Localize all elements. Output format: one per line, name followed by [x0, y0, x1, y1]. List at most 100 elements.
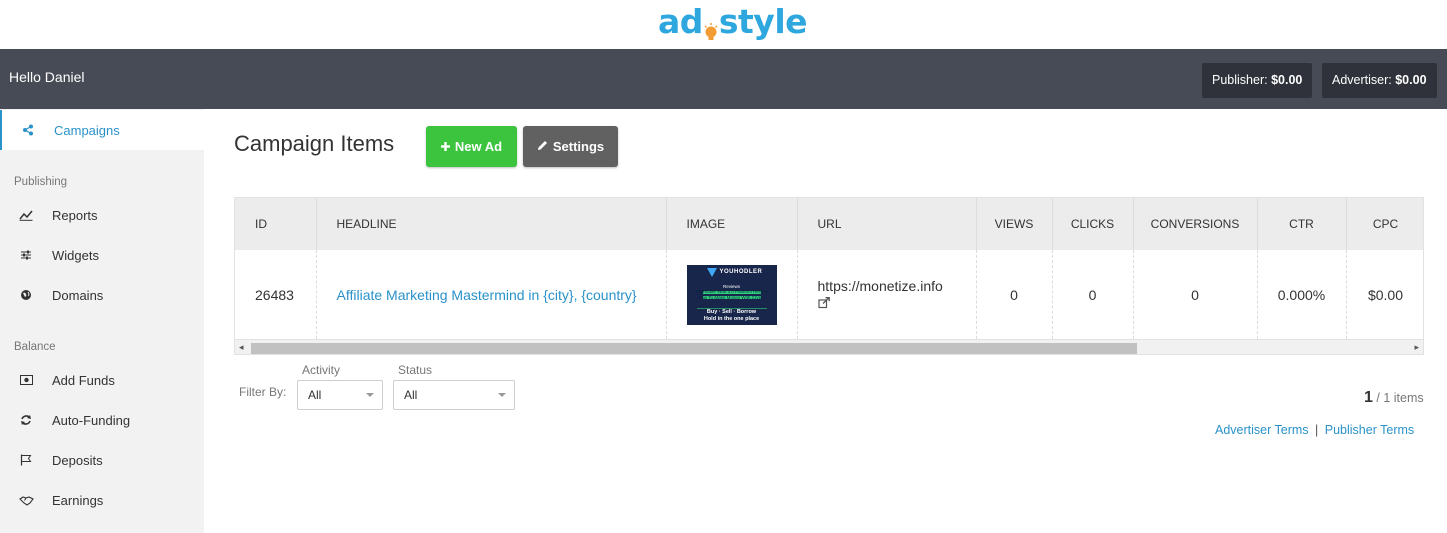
new-ad-label: New Ad — [454, 139, 503, 154]
column-header-url[interactable]: URL — [797, 198, 977, 250]
plus-icon — [440, 139, 450, 154]
external-link-icon[interactable] — [817, 296, 830, 312]
logo-text-right: style — [718, 2, 808, 41]
sidebar-item-label: Domains — [52, 287, 104, 303]
sliders-icon — [0, 249, 52, 261]
activity-caption: Activity — [302, 363, 341, 377]
cell-ctr: 0.000% — [1257, 250, 1347, 339]
sidebar: Campaigns Publishing Reports Widgets Dom… — [0, 109, 204, 533]
advertiser-balance-label: Advertiser: — [1332, 73, 1392, 87]
sidebar-item-label: Add Funds — [52, 372, 115, 388]
scroll-right-arrow-icon[interactable]: ▸ — [1414, 342, 1419, 353]
top-bar: Hello Daniel Publisher: $0.00 Advertiser… — [0, 49, 1447, 109]
publisher-balance-value: $0.00 — [1271, 73, 1303, 87]
publisher-terms-link[interactable]: Publisher Terms — [1325, 423, 1414, 437]
new-ad-button[interactable]: New Ad — [426, 126, 517, 167]
settings-button[interactable]: Settings — [523, 126, 618, 167]
cell-image: YOUHODLER Reviews YouHodler Web 3.0 Plat… — [666, 250, 798, 339]
cell-id: 26483 — [235, 250, 317, 339]
refresh-icon — [0, 414, 52, 426]
thumbnail-brand: YOUHODLER — [719, 268, 763, 275]
cell-views: 0 — [976, 250, 1053, 339]
sidebar-item-add-funds[interactable]: Add Funds — [0, 360, 204, 400]
settings-label: Settings — [552, 139, 605, 154]
footer-links: Advertiser Terms | Publisher Terms — [1215, 423, 1414, 437]
publisher-balance-label: Publisher: — [1212, 73, 1268, 87]
sidebar-item-label: Auto-Funding — [52, 412, 131, 428]
publisher-balance-badge[interactable]: Publisher: $0.00 — [1202, 63, 1313, 98]
ad-thumbnail-image[interactable]: YOUHODLER Reviews YouHodler Web 3.0 Plat… — [686, 264, 777, 325]
sidebar-item-label: Deposits — [52, 452, 103, 468]
sidebar-item-domains[interactable]: Domains — [0, 275, 204, 315]
link-separator: | — [1315, 423, 1319, 437]
flag-icon — [0, 454, 52, 466]
sidebar-item-campaigns[interactable]: Campaigns — [0, 110, 204, 150]
column-header-clicks[interactable]: CLICKS — [1052, 198, 1134, 250]
sidebar-item-widgets[interactable]: Widgets — [0, 235, 204, 275]
thumbnail-line: YouHodler Web 3.0 Platform Review — [695, 289, 768, 294]
advertiser-terms-link[interactable]: Advertiser Terms — [1215, 423, 1309, 437]
status-caption: Status — [398, 363, 433, 377]
main-content: Campaign Items New Ad Settings ID HEADLI… — [204, 109, 1447, 533]
pencil-icon — [537, 139, 548, 154]
current-page: 1 — [1364, 389, 1373, 406]
section-balance: Balance — [14, 341, 56, 353]
advertiser-balance-badge[interactable]: Advertiser: $0.00 — [1322, 63, 1437, 98]
sidebar-item-label: Earnings — [52, 492, 104, 508]
thumbnail-line: Hold in the one place — [703, 315, 760, 322]
headline-link[interactable]: Affiliate Marketing Mastermind in {city}… — [337, 287, 637, 303]
cell-headline: Affiliate Marketing Mastermind in {city}… — [316, 250, 667, 339]
scroll-left-arrow-icon[interactable]: ◂ — [239, 342, 244, 353]
campaign-items-table: ID HEADLINE IMAGE URL VIEWS CLICKS CONVE… — [234, 197, 1424, 355]
chevron-down-icon — [366, 393, 374, 397]
activity-select-value: All — [308, 388, 322, 402]
section-publishing: Publishing — [14, 176, 68, 188]
cell-url: https://monetize.info — [797, 250, 977, 339]
url-text: https://monetize.info — [817, 277, 943, 294]
globe-icon — [0, 289, 52, 301]
column-header-id[interactable]: ID — [235, 198, 317, 250]
horizontal-scrollbar[interactable]: ◂ ▸ — [235, 339, 1423, 354]
sidebar-item-label: Reports — [52, 207, 98, 223]
sidebar-item-earnings[interactable]: Earnings — [0, 480, 204, 520]
thumbnail-line: How To Make Money With Crypto — [698, 294, 765, 300]
scrollbar-thumb[interactable] — [251, 343, 1137, 354]
column-header-ctr[interactable]: CTR — [1257, 198, 1347, 250]
activity-select[interactable]: All — [297, 380, 383, 410]
filter-by-label: Filter By: — [239, 385, 287, 399]
money-icon — [0, 375, 52, 385]
lightbulb-icon — [704, 14, 718, 40]
handshake-icon — [0, 495, 52, 506]
adstyle-logo[interactable]: ad style — [658, 2, 808, 42]
page-title: Campaign Items — [234, 131, 395, 156]
greeting: Hello Daniel — [9, 69, 85, 85]
column-header-headline[interactable]: HEADLINE — [316, 198, 667, 250]
chevron-down-icon — [498, 393, 506, 397]
cell-cpc: $0.00 — [1346, 250, 1423, 339]
logo-text-left: ad — [658, 2, 703, 41]
thumbnail-footer: Buy · Sell · Borrow Hold in the one plac… — [687, 309, 777, 323]
status-select[interactable]: All — [393, 380, 515, 410]
column-header-views[interactable]: VIEWS — [976, 198, 1053, 250]
column-header-image[interactable]: IMAGE — [666, 198, 798, 250]
column-header-cpc[interactable]: CPC — [1346, 198, 1423, 250]
pagination-info: 1 / 1 items — [1364, 389, 1424, 407]
column-header-conversions[interactable]: CONVERSIONS — [1133, 198, 1258, 250]
cell-clicks: 0 — [1052, 250, 1134, 339]
sidebar-item-label: Widgets — [52, 247, 99, 263]
status-select-value: All — [404, 388, 418, 402]
cell-conversions: 0 — [1133, 250, 1258, 339]
logo-bar: ad style — [0, 0, 1447, 49]
thumbnail-caption: Reviews YouHodler Web 3.0 Platform Revie… — [687, 284, 777, 301]
thumbnail-line: Buy · Sell · Borrow — [706, 308, 757, 315]
sidebar-item-auto-funding[interactable]: Auto-Funding — [0, 400, 204, 440]
table-header-row: ID HEADLINE IMAGE URL VIEWS CLICKS CONVE… — [235, 198, 1423, 250]
share-icon — [2, 124, 54, 136]
sidebar-item-label: Campaigns — [54, 122, 120, 138]
sidebar-item-deposits[interactable]: Deposits — [0, 440, 204, 480]
table-row: 26483 Affiliate Marketing Mastermind in … — [235, 250, 1423, 339]
advertiser-balance-value: $0.00 — [1395, 73, 1427, 87]
sidebar-item-reports[interactable]: Reports — [0, 195, 204, 235]
total-items: / 1 items — [1376, 391, 1424, 405]
chart-line-icon — [0, 209, 52, 221]
